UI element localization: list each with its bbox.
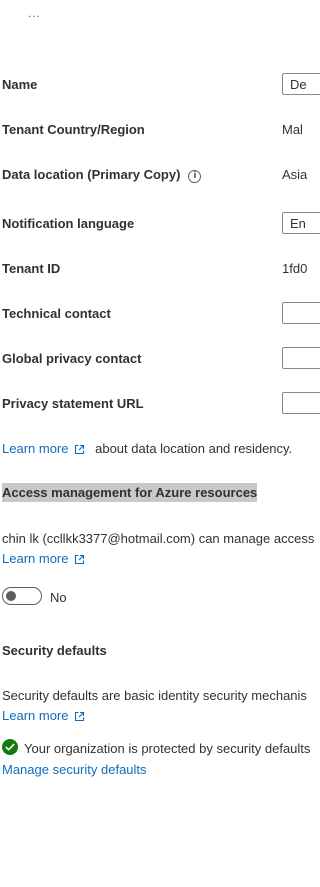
data-location-note: Learn more about data location and resid… [2, 441, 292, 456]
toggle-knob [6, 591, 16, 601]
external-link-icon [75, 445, 85, 455]
data-location-label: Data location (Primary Copy) i [2, 167, 202, 183]
security-defaults-learn-more-link[interactable]: Learn more [2, 708, 85, 723]
access-management-toggle[interactable] [2, 587, 42, 605]
tenant-id-label: Tenant ID [2, 261, 61, 276]
name-label: Name [2, 77, 38, 92]
access-management-learn-more: Learn more [2, 551, 85, 566]
data-location-learn-more-text: Learn more [2, 441, 69, 456]
name-field[interactable]: De [282, 73, 320, 95]
data-location-label-text: Data location (Primary Copy) [2, 167, 181, 182]
external-link-icon [75, 555, 85, 565]
manage-security-defaults-link[interactable]: Manage security defaults [2, 762, 147, 777]
notification-language-label: Notification language [2, 216, 135, 231]
global-privacy-contact-label: Global privacy contact [2, 351, 142, 366]
data-location-value: Asia [282, 167, 308, 182]
success-check-icon [2, 739, 18, 755]
global-privacy-contact-field[interactable] [282, 347, 320, 369]
access-management-learn-more-text: Learn more [2, 551, 69, 566]
security-defaults-learn-more-text: Learn more [2, 708, 69, 723]
security-defaults-description: Security defaults are basic identity sec… [2, 688, 307, 703]
data-location-note-text: about data location and residency. [95, 441, 293, 456]
external-link-icon [75, 712, 85, 722]
info-icon[interactable]: i [188, 170, 202, 183]
data-location-learn-more-link[interactable]: Learn more [2, 441, 89, 456]
access-management-description: chin lk (ccllkk3377@hotmail.com) can man… [2, 531, 315, 546]
more-actions-button[interactable]: ... [28, 6, 41, 20]
tenant-country-label: Tenant Country/Region [2, 122, 145, 137]
technical-contact-field[interactable] [282, 302, 320, 324]
tenant-country-value: Mal [282, 122, 303, 137]
access-management-title-text: Access management for Azure resources [2, 483, 258, 502]
tenant-id-value: 1fd0 [282, 261, 308, 276]
technical-contact-label: Technical contact [2, 306, 111, 321]
ellipsis-icon: ... [28, 6, 42, 20]
security-defaults-status: Your organization is protected by securi… [24, 741, 311, 756]
security-defaults-title: Security defaults [2, 643, 107, 658]
toggle-state-label: No [50, 590, 67, 605]
access-management-learn-more-link[interactable]: Learn more [2, 551, 85, 566]
access-management-title: Access management for Azure resources [2, 483, 258, 502]
security-defaults-learn-more: Learn more [2, 708, 85, 723]
notification-language-field[interactable]: En [282, 212, 320, 234]
privacy-statement-url-field[interactable] [282, 392, 320, 414]
privacy-statement-url-label: Privacy statement URL [2, 396, 144, 411]
manage-security-defaults: Manage security defaults [2, 762, 147, 777]
